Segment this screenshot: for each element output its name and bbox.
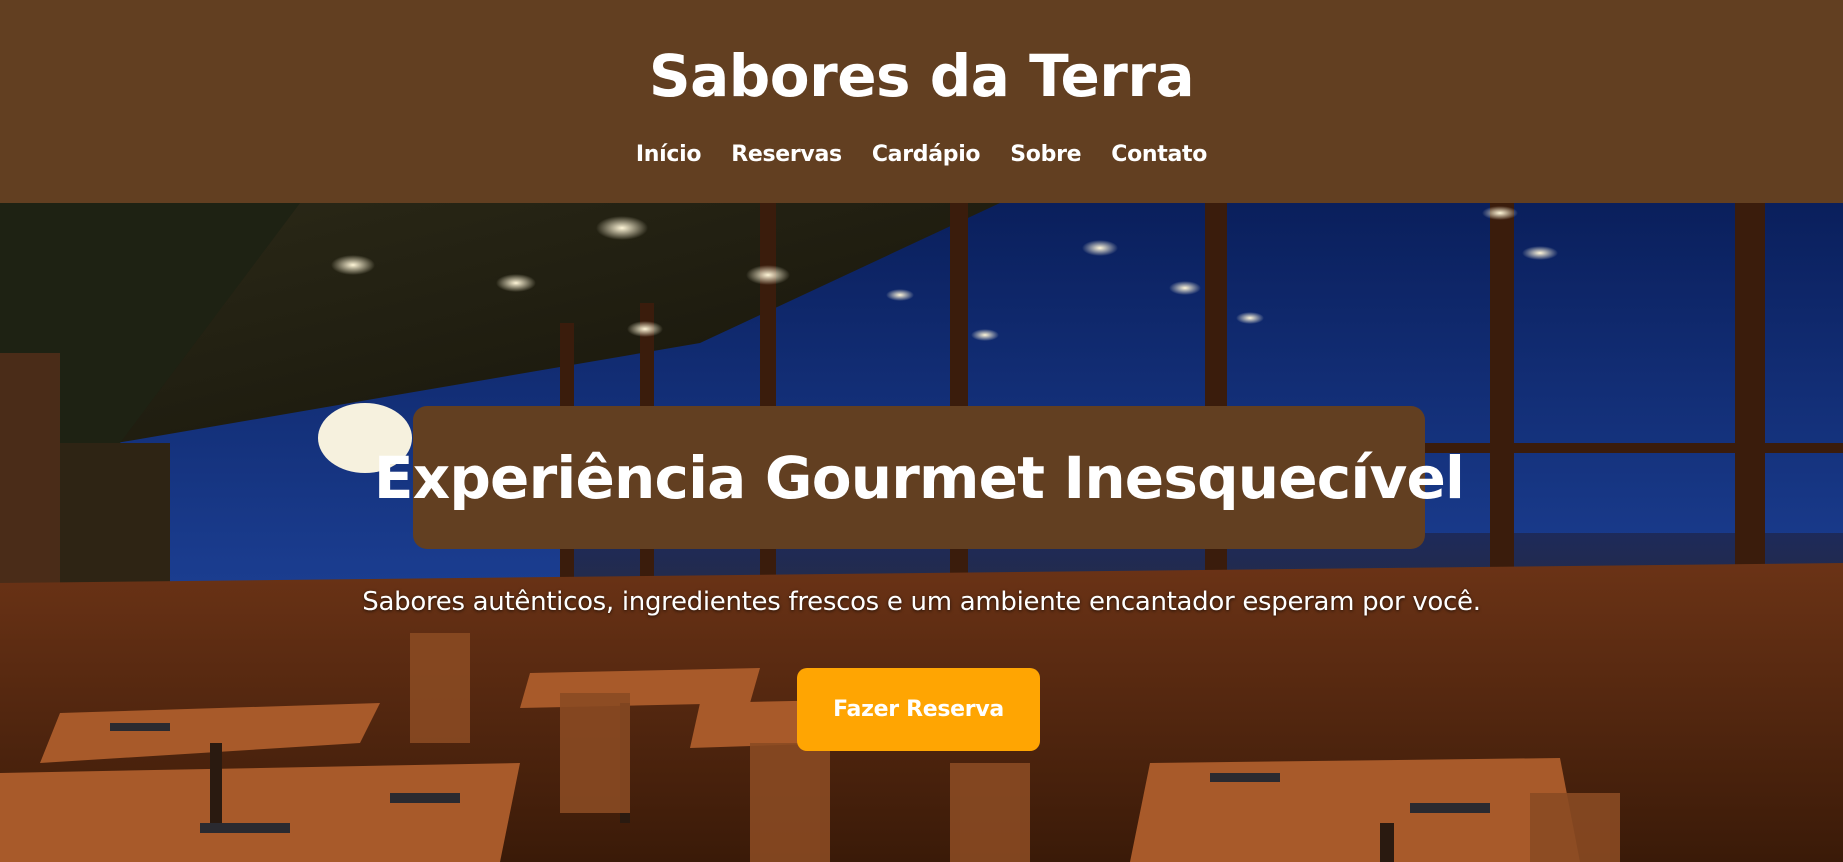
site-title: Sabores da Terra bbox=[648, 42, 1195, 110]
hero-section: Experiência Gourmet Inesquecível Sabores… bbox=[0, 203, 1843, 862]
site-header: Sabores da Terra Início Reservas Cardápi… bbox=[0, 0, 1843, 203]
nav-link-contato[interactable]: Contato bbox=[1111, 140, 1207, 170]
make-reservation-button[interactable]: Fazer Reserva bbox=[797, 668, 1040, 751]
nav-link-sobre[interactable]: Sobre bbox=[1010, 140, 1081, 170]
hero-title-box: Experiência Gourmet Inesquecível bbox=[374, 406, 1465, 549]
nav-link-reservas[interactable]: Reservas bbox=[731, 140, 842, 170]
hero-title: Experiência Gourmet Inesquecível bbox=[373, 443, 1465, 512]
hero-subtitle: Sabores autênticos, ingredientes frescos… bbox=[362, 587, 1481, 617]
nav-link-cardapio[interactable]: Cardápio bbox=[872, 140, 981, 170]
main-nav: Início Reservas Cardápio Sobre Contato bbox=[0, 140, 1843, 170]
nav-link-inicio[interactable]: Início bbox=[636, 140, 702, 170]
